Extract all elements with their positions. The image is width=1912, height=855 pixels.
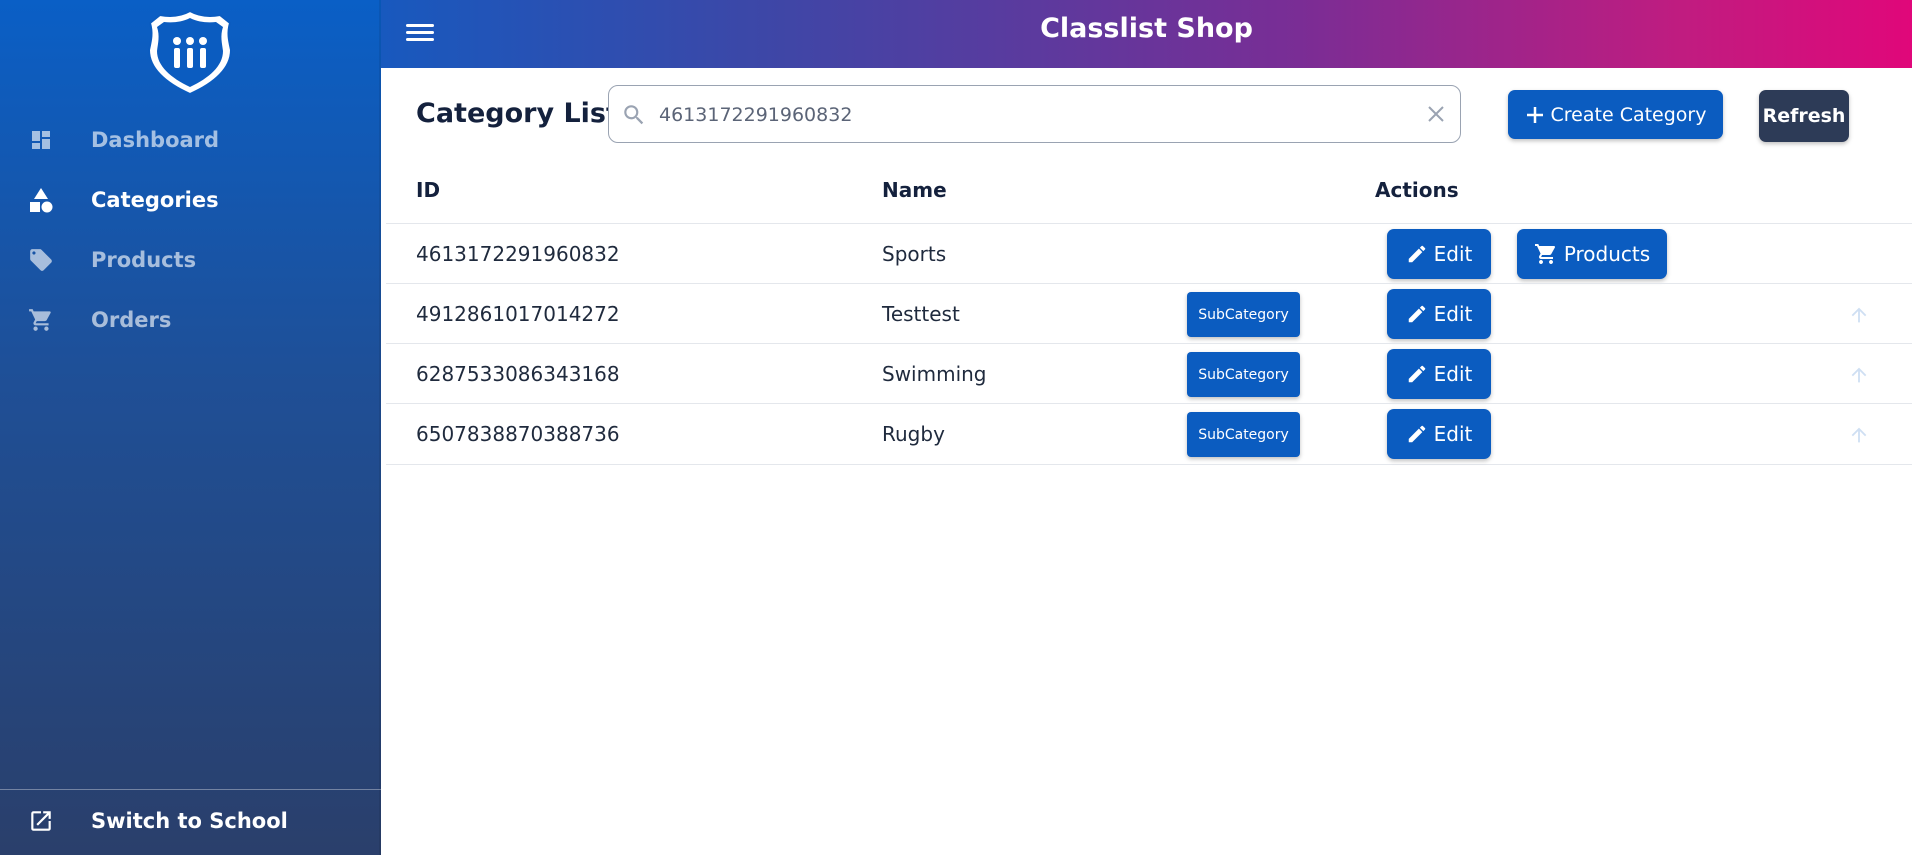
subcategory-button[interactable]: SubCategory bbox=[1187, 412, 1300, 457]
category-id: 4613172291960832 bbox=[416, 242, 620, 266]
app-title: Classlist Shop bbox=[1040, 13, 1253, 44]
shapes-icon bbox=[27, 186, 55, 214]
column-header-id: ID bbox=[416, 178, 441, 202]
search-icon bbox=[624, 105, 644, 125]
sidebar-item-label: Categories bbox=[91, 188, 219, 212]
search-field bbox=[608, 85, 1461, 143]
column-header-actions: Actions bbox=[1375, 178, 1459, 202]
switch-to-school-link[interactable]: Switch to School bbox=[0, 793, 381, 849]
edit-label: Edit bbox=[1433, 422, 1473, 446]
pencil-icon bbox=[1408, 305, 1425, 323]
create-category-button[interactable]: Create Category bbox=[1508, 90, 1723, 139]
app-header: Classlist Shop bbox=[381, 0, 1912, 68]
clear-search-icon[interactable] bbox=[1426, 104, 1446, 124]
table-row: 6287533086343168 Swimming SubCategory Ed… bbox=[386, 343, 1912, 404]
sidebar-item-products[interactable]: Products bbox=[0, 232, 381, 288]
plus-icon bbox=[1526, 106, 1543, 123]
search-input[interactable] bbox=[657, 98, 1401, 132]
category-name: Rugby bbox=[882, 422, 945, 446]
page-title: Category List bbox=[416, 98, 619, 129]
refresh-button[interactable]: Refresh bbox=[1759, 90, 1849, 142]
move-up-arrow-icon[interactable] bbox=[1848, 424, 1870, 446]
sidebar: Dashboard Categories Products Orders Swi… bbox=[0, 0, 381, 855]
tag-icon bbox=[27, 246, 55, 274]
pencil-icon bbox=[1408, 425, 1425, 443]
edit-label: Edit bbox=[1433, 242, 1473, 266]
table-row: 6507838870388736 Rugby SubCategory Edit bbox=[386, 403, 1912, 465]
column-header-name: Name bbox=[882, 178, 947, 202]
edit-button[interactable]: Edit bbox=[1387, 409, 1491, 459]
edit-button[interactable]: Edit bbox=[1387, 289, 1491, 339]
subcategory-button[interactable]: SubCategory bbox=[1187, 352, 1300, 397]
sidebar-item-label: Products bbox=[91, 248, 197, 272]
sidebar-divider bbox=[0, 789, 381, 790]
pencil-icon bbox=[1408, 365, 1425, 383]
edit-button[interactable]: Edit bbox=[1387, 229, 1491, 279]
sidebar-item-orders[interactable]: Orders bbox=[0, 292, 381, 348]
sidebar-item-dashboard[interactable]: Dashboard bbox=[0, 112, 381, 168]
sidebar-item-label: Orders bbox=[91, 308, 172, 332]
cart-icon bbox=[1534, 244, 1555, 264]
edit-button[interactable]: Edit bbox=[1387, 349, 1491, 399]
category-id: 6287533086343168 bbox=[416, 362, 620, 386]
cart-icon bbox=[27, 306, 55, 334]
external-link-icon bbox=[27, 807, 55, 835]
edit-label: Edit bbox=[1433, 362, 1473, 386]
switch-to-school-label: Switch to School bbox=[91, 809, 288, 833]
category-name: Sports bbox=[882, 242, 947, 266]
sidebar-item-label: Dashboard bbox=[91, 128, 220, 152]
create-category-label: Create Category bbox=[1550, 103, 1707, 126]
subcategory-button[interactable]: SubCategory bbox=[1187, 292, 1300, 337]
category-name: Testtest bbox=[882, 302, 960, 326]
category-id: 6507838870388736 bbox=[416, 422, 620, 446]
table-row: 4613172291960832 Sports Edit Products bbox=[386, 223, 1912, 284]
move-up-arrow-icon[interactable] bbox=[1848, 304, 1870, 326]
move-up-arrow-icon[interactable] bbox=[1848, 364, 1870, 386]
edit-label: Edit bbox=[1433, 302, 1473, 326]
school-shield-logo bbox=[147, 9, 233, 96]
dashboard-icon bbox=[27, 126, 55, 154]
refresh-label: Refresh bbox=[1762, 105, 1846, 127]
products-label: Products bbox=[1563, 242, 1651, 266]
category-id: 4912861017014272 bbox=[416, 302, 620, 326]
sidebar-item-categories[interactable]: Categories bbox=[0, 172, 381, 228]
products-button[interactable]: Products bbox=[1517, 229, 1667, 279]
pencil-icon bbox=[1408, 245, 1425, 263]
table-row: 4912861017014272 Testtest SubCategory Ed… bbox=[386, 283, 1912, 344]
category-name: Swimming bbox=[882, 362, 987, 386]
